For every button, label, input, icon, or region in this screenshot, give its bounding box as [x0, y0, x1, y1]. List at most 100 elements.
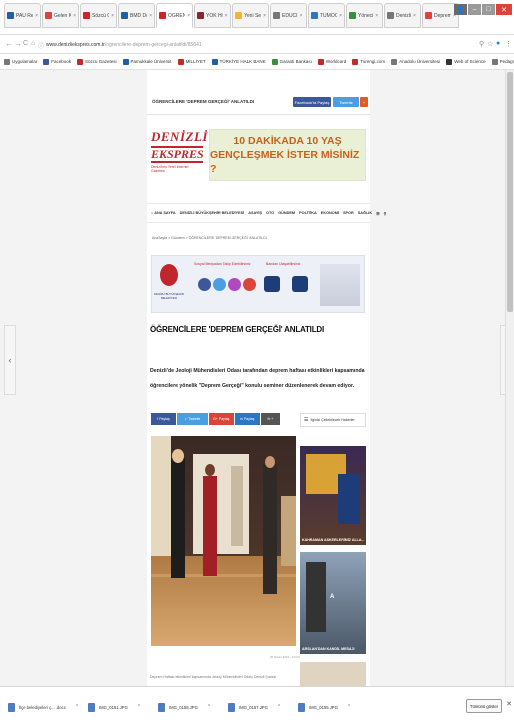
browser-tab[interactable]: ÖĞRENC×	[156, 3, 193, 28]
slider-prev-arrow[interactable]: ‹	[4, 325, 16, 395]
extension-icon[interactable]: ●	[496, 40, 500, 47]
download-item[interactable]: IMG_0157.JPG ^	[228, 700, 280, 714]
bookmark-item[interactable]: Sözcü Gazetesi	[77, 58, 117, 65]
article-photo-svg	[151, 436, 296, 646]
bookmark-label: Sözcü Gazetesi	[85, 59, 117, 64]
side-card-1[interactable]: KAHRAMAN ASKERLERİMİZ ALLA...	[300, 446, 366, 545]
bookmark-label: Worldcard	[325, 59, 347, 64]
download-item[interactable]: IMG_0158.JPG ^	[158, 700, 210, 714]
nav-item[interactable]: ⚲	[383, 211, 386, 216]
close-window-button[interactable]: ✕	[496, 4, 512, 15]
article-photo[interactable]	[151, 436, 296, 646]
tab-favicon-icon	[83, 12, 90, 19]
show-all-downloads-button[interactable]: Tümünü göster	[466, 699, 502, 713]
maximize-button[interactable]: □	[482, 4, 495, 15]
bookmark-star-icon[interactable]: ☆	[487, 40, 493, 48]
close-download-shelf-button[interactable]: ✕	[506, 700, 512, 708]
download-options-icon[interactable]: ^	[348, 704, 350, 710]
bookmark-item[interactable]: TÜRKİYE HALK BANK	[211, 58, 266, 65]
tab-close-icon[interactable]: ×	[375, 13, 378, 19]
forward-button[interactable]: →	[14, 39, 22, 48]
bookmark-item[interactable]: Facebook	[43, 58, 71, 65]
tab-favicon-icon	[349, 12, 356, 19]
nav-item[interactable]: GÜNDEM	[278, 211, 295, 215]
bookmark-item[interactable]: Worldcard	[317, 58, 347, 65]
download-shelf: İlçe belediyeleri ç... .docx ^ IMG_0161.JP…	[0, 686, 514, 726]
page-background-right	[370, 70, 514, 686]
tab-close-icon[interactable]: ×	[187, 13, 190, 19]
download-options-icon[interactable]: ^	[138, 704, 140, 710]
side-card-3[interactable]	[300, 662, 366, 686]
menu-icon[interactable]: ⋮	[505, 40, 512, 48]
tab-close-icon[interactable]: ×	[149, 13, 152, 19]
nav-item[interactable]: OTO	[266, 211, 274, 215]
bookmark-item[interactable]: Uygulamalar	[4, 58, 37, 65]
reload-button[interactable]: C	[23, 40, 28, 47]
tab-close-icon[interactable]: ×	[263, 13, 266, 19]
nav-item[interactable]: ☰	[376, 211, 379, 216]
browser-tab[interactable]: TÜMOC ×	[308, 3, 345, 28]
share-button[interactable]: ✓ Tweetle	[177, 413, 208, 425]
tweet-button[interactable]: Tweetle	[333, 97, 359, 107]
home-button[interactable]: ⌂	[31, 40, 35, 47]
browser-tab[interactable]: Denizli ×	[384, 3, 421, 28]
browser-tab[interactable]: PAÜ Ref.×	[4, 3, 41, 28]
nav-item[interactable]: DENİZLİ BÜYÜKŞEHİR BELEDİYESİ	[180, 211, 245, 215]
tab-close-icon[interactable]: ×	[73, 13, 76, 19]
browser-tab[interactable]: Gelen K ×	[42, 3, 79, 28]
download-item[interactable]: IMG_0155.JPG ^	[298, 700, 350, 714]
ad-banner-top[interactable]: 10 DAKİKADA 10 YAŞ GENÇLEŞMEK İSTER MİSİ…	[209, 129, 366, 181]
bookmark-item[interactable]: MİLLİYET	[177, 58, 206, 65]
back-button[interactable]: ←	[5, 39, 13, 48]
browser-tab[interactable]: EDUCI ×	[270, 3, 307, 28]
nav-item[interactable]: ASAYİŞ	[248, 211, 262, 215]
minimize-button[interactable]: –	[468, 4, 481, 15]
tab-close-icon[interactable]: ×	[35, 13, 38, 19]
tab-close-icon[interactable]: ×	[339, 13, 342, 19]
tab-close-icon[interactable]: ×	[111, 13, 114, 19]
browser-tab[interactable]: Yeni Sek×	[232, 3, 269, 28]
share-button[interactable]: f Paylaş	[151, 413, 176, 425]
bookmark-item[interactable]: Anadolu Üniversitesi	[391, 58, 440, 65]
bookmark-item[interactable]: Pamukkale Üniversit	[122, 58, 172, 65]
bookmark-item[interactable]: Turengi.com	[352, 58, 385, 65]
browser-tab[interactable]: BMD Do ×	[118, 3, 155, 28]
url-field[interactable]: www.denizliekspres.com.tr/ogrencilere-de…	[46, 39, 466, 51]
search-icon[interactable]: ⚲	[479, 40, 484, 48]
nav-item[interactable]: POLİTİKA	[299, 211, 317, 215]
nav-item[interactable]: EKONOMİ	[321, 211, 339, 215]
browser-tab[interactable]: Sözcü G×	[80, 3, 117, 28]
download-item[interactable]: İlçe belediyeleri ç... .docx ^	[8, 700, 78, 714]
tab-close-icon[interactable]: ×	[225, 13, 228, 19]
user-icon[interactable]: 👤	[454, 4, 467, 15]
plus-share-button[interactable]: +	[360, 97, 368, 107]
tab-close-icon[interactable]: ×	[300, 13, 303, 19]
facebook-share-button[interactable]: Facebook'ta Paylaş	[293, 97, 331, 107]
scrollbar-thumb[interactable]	[507, 72, 513, 312]
vertical-scrollbar[interactable]	[505, 70, 514, 686]
nav-item[interactable]: SPOR	[343, 211, 354, 215]
download-filename: IMG_0157.JPG	[239, 704, 268, 710]
bookmark-item[interactable]: Pedagnesis of Ci-ıl	[491, 58, 514, 65]
share-button[interactable]: G+ Paylaş	[208, 413, 234, 425]
site-logo[interactable]: DENİZLİ EKSPRES Denizli'nin Yerel İntern…	[151, 130, 207, 182]
download-item[interactable]: IMG_0161.JPG ^	[88, 700, 140, 714]
tab-close-icon[interactable]: ×	[413, 13, 416, 19]
url-host: www.denizliekspres.com.tr	[46, 42, 105, 48]
download-filename: IMG_0161.JPG	[99, 704, 128, 710]
ad-banner-social[interactable]: DENİZLİ BÜYÜKŞEHİR BELEDİYESİ Sosyal Med…	[151, 255, 365, 313]
share-button[interactable]: in Paylaş	[234, 413, 260, 425]
site-info-icon[interactable]: ⓘ	[38, 41, 44, 50]
bookmark-item[interactable]: Web of Science	[446, 58, 486, 65]
download-options-icon[interactable]: ^	[208, 704, 210, 710]
nav-item[interactable]: ⌂ ANA SAYFA	[151, 211, 176, 215]
tab-favicon-icon	[387, 12, 394, 19]
side-card-2[interactable]: A ARSLAN'DAN KANDİL MESAJI	[300, 552, 366, 654]
share-button[interactable]: ✉ +	[260, 413, 280, 425]
browser-tab[interactable]: YÖK Hi ×	[194, 3, 231, 28]
download-options-icon[interactable]: ^	[278, 704, 280, 710]
browser-tab[interactable]: Yöneci ×	[346, 3, 383, 28]
bookmark-item[interactable]: Garanti Bankası	[271, 58, 312, 65]
nav-item[interactable]: SAĞLIK	[358, 211, 372, 215]
download-options-icon[interactable]: ^	[76, 704, 78, 710]
